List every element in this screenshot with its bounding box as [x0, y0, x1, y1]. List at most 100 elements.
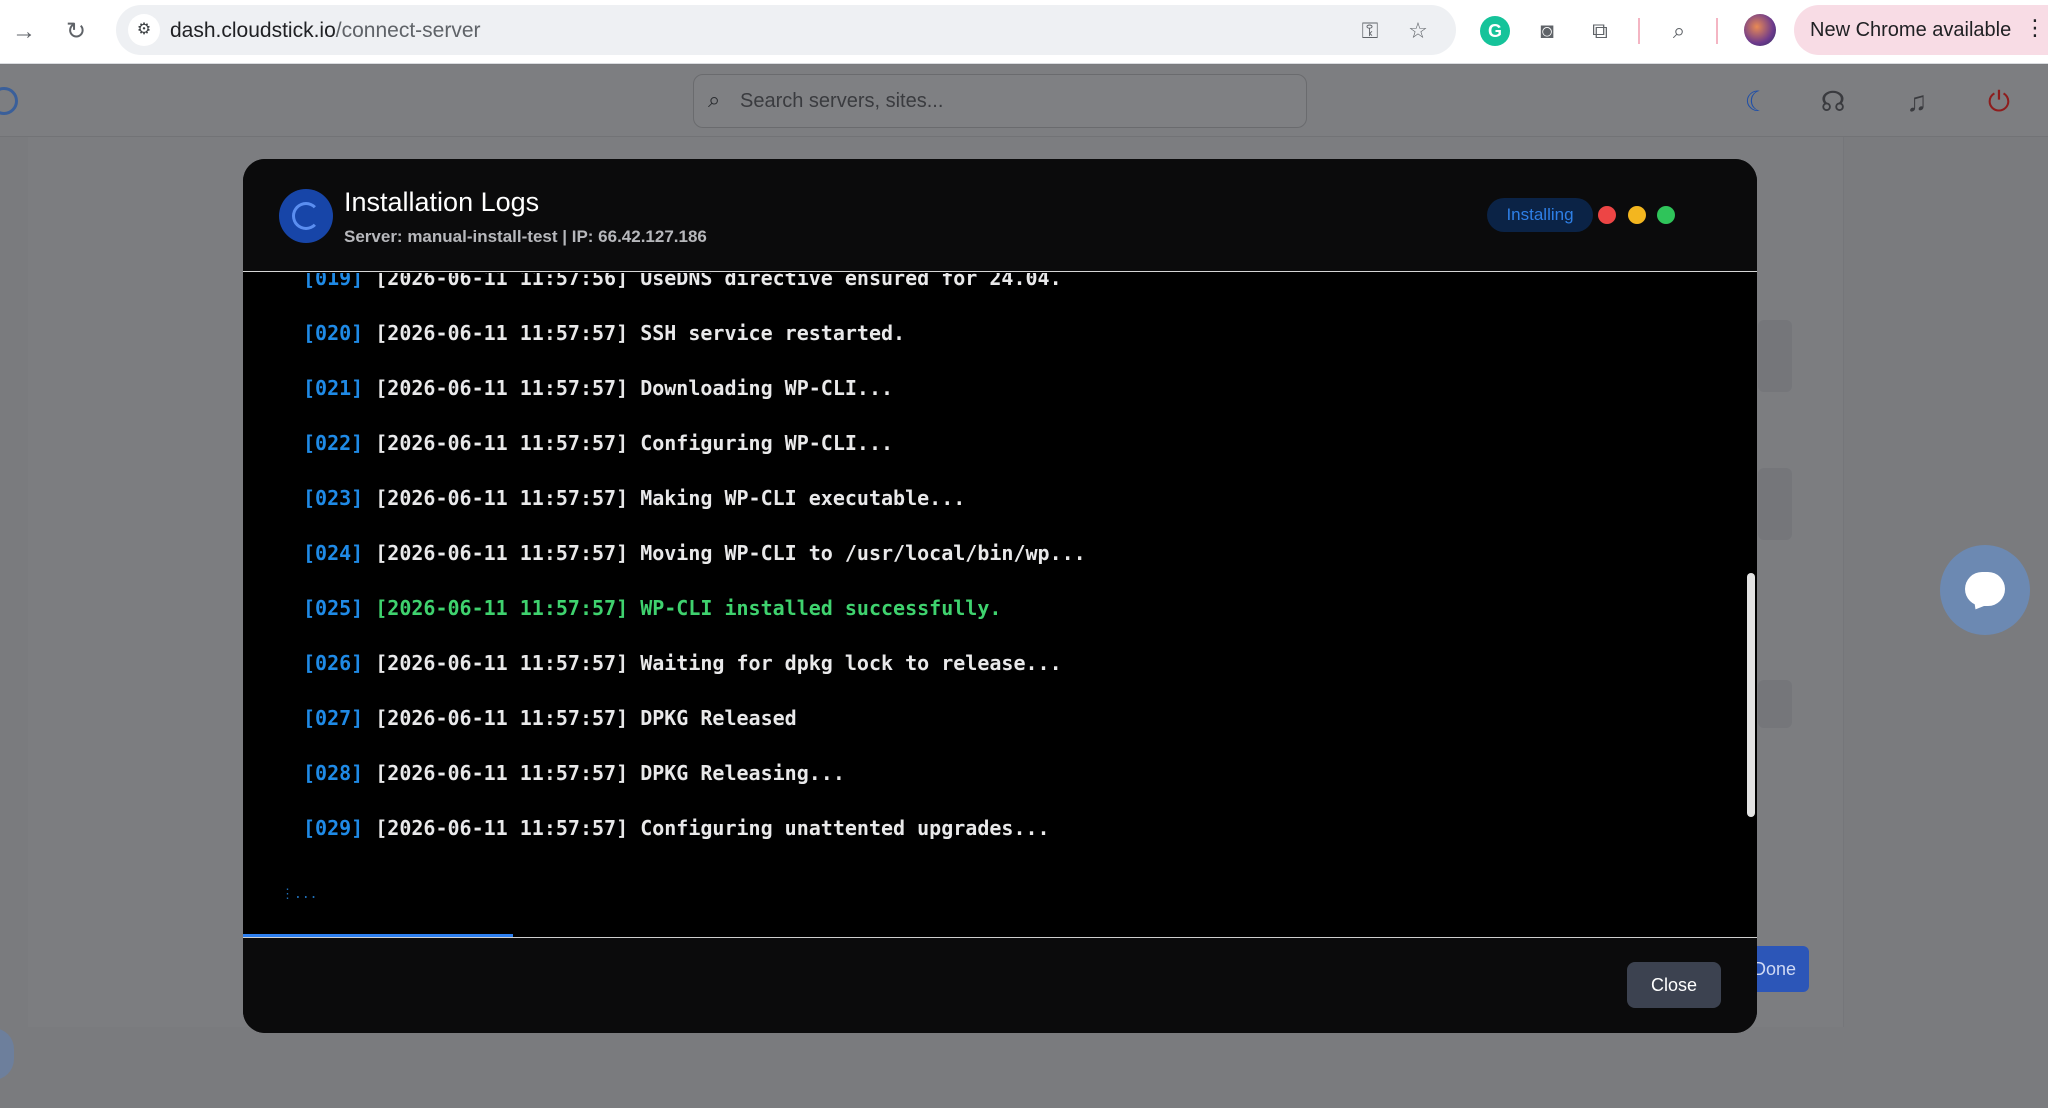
grammarly-extension-icon[interactable]: G — [1480, 16, 1510, 46]
log-line-text: [2026-06-11 11:57:57] Configuring WP-CLI… — [375, 431, 893, 455]
tab-search-icon[interactable]: ⌕ — [1664, 16, 1694, 46]
toolbar-separator — [1716, 18, 1718, 44]
url-host: dash.cloudstick.io — [170, 19, 336, 42]
loading-spinner-icon — [279, 189, 333, 243]
notifications-bell-icon[interactable]: ♫ — [1900, 85, 1934, 119]
toolbar-separator — [1638, 18, 1640, 44]
log-scrollbar[interactable] — [1745, 273, 1757, 937]
reload-icon[interactable]: ↻ — [58, 14, 94, 50]
dark-mode-moon-icon[interactable]: ☾ — [1740, 85, 1774, 119]
log-line-number: [024] — [303, 541, 364, 565]
modal-title: Installation Logs — [344, 187, 540, 217]
log-line: [023] [2026-06-11 11:57:57] Making WP-CL… — [303, 483, 965, 513]
log-timestamp: [2026-06-11 11:57:57] — [375, 486, 629, 510]
log-timestamp: [2026-06-11 11:57:57] — [375, 596, 629, 620]
log-line-text: [2026-06-11 11:57:57] Downloading WP-CLI… — [375, 376, 893, 400]
log-scrollbar-thumb[interactable] — [1747, 573, 1755, 817]
log-timestamp: [2026-06-11 11:57:56] — [375, 273, 629, 290]
log-line: [025] [2026-06-11 11:57:57] WP-CLI insta… — [303, 593, 1001, 623]
log-line-number: [021] — [303, 376, 364, 400]
site-settings-icon[interactable]: ⚙ — [128, 14, 160, 46]
chrome-update-button[interactable]: New Chrome available ⋮ — [1794, 5, 2048, 55]
log-line-number: [027] — [303, 706, 364, 730]
cloudstick-logo-icon[interactable] — [0, 87, 18, 115]
extensions-puzzle-icon[interactable]: ⧉ — [1585, 16, 1615, 46]
log-message: Configuring WP-CLI... — [640, 431, 894, 455]
log-timestamp: [2026-06-11 11:57:57] — [375, 321, 629, 345]
log-message: Waiting for dpkg lock to release... — [640, 651, 1062, 675]
form-field-edge — [1758, 320, 1792, 392]
log-line: [020] [2026-06-11 11:57:57] SSH service … — [303, 318, 905, 348]
log-line-number: [020] — [303, 321, 364, 345]
url-path: /connect-server — [335, 19, 481, 42]
done-button-label: Done — [1753, 959, 1797, 979]
log-timestamp: [2026-06-11 11:57:57] — [375, 541, 629, 565]
log-line-text: [2026-06-11 11:57:57] Moving WP-CLI to /… — [375, 541, 1085, 565]
log-output[interactable]: ⋮... [019] [2026-06-11 11:57:56] UseDNS … — [243, 273, 1745, 937]
log-line: [027] [2026-06-11 11:57:57] DPKG Release… — [303, 703, 797, 733]
bookmark-star-icon[interactable]: ☆ — [1404, 17, 1432, 45]
support-headset-icon[interactable]: ☊ — [1816, 85, 1850, 119]
window-dot-green — [1657, 206, 1675, 224]
logout-power-icon[interactable]: ⏻ — [1982, 85, 2016, 119]
camera-extension-icon[interactable]: ◙ — [1532, 16, 1562, 46]
forward-icon[interactable]: → — [6, 14, 42, 50]
log-line-number: [026] — [303, 651, 364, 675]
server-info: Server: manual-install-test | IP: 66.42.… — [344, 227, 707, 246]
log-line-number: [022] — [303, 431, 364, 455]
log-message: SSH service restarted. — [640, 321, 906, 345]
log-timestamp: [2026-06-11 11:57:57] — [375, 706, 629, 730]
log-line-number: [025] — [303, 596, 364, 620]
log-line-number: [019] — [303, 273, 364, 290]
window-dot-yellow — [1628, 206, 1646, 224]
log-message: DPKG Released — [640, 706, 797, 730]
global-search[interactable]: ⌕ — [693, 74, 1307, 128]
log-line-text: [2026-06-11 11:57:57] DPKG Released — [375, 706, 796, 730]
chrome-update-label: New Chrome available — [1810, 19, 2012, 41]
installation-logs-modal: Installation Logs Server: manual-install… — [243, 159, 1757, 1033]
log-line-text: [2026-06-11 11:57:57] WP-CLI installed s… — [375, 596, 1001, 620]
log-message: WP-CLI installed successfully. — [640, 596, 1002, 620]
key-icon[interactable]: ⚿ — [1356, 17, 1384, 45]
search-icon: ⌕ — [708, 87, 721, 112]
log-timestamp: [2026-06-11 11:57:57] — [375, 761, 629, 785]
log-line-text: [2026-06-11 11:57:56] UseDNS directive e… — [375, 273, 1061, 290]
live-chat-button[interactable] — [1940, 545, 2030, 635]
log-line-text: [2026-06-11 11:57:57] Making WP-CLI exec… — [375, 486, 965, 510]
log-message: DPKG Releasing... — [640, 761, 845, 785]
log-cursor: ⋮... — [281, 887, 318, 902]
log-message: UseDNS directive ensured for 24.04. — [640, 273, 1062, 290]
log-timestamp: [2026-06-11 11:57:57] — [375, 431, 629, 455]
address-bar[interactable]: ⚙ dash.cloudstick.io/connect-server ⚿ ☆ — [116, 5, 1456, 55]
log-line-number: [023] — [303, 486, 364, 510]
app-header: ⌕ ☾ ☊ ♫ ⏻ — [0, 65, 2048, 137]
profile-avatar[interactable] — [1744, 14, 1776, 46]
form-field-edge — [1758, 680, 1792, 728]
form-field-edge — [1758, 468, 1792, 540]
log-message: Downloading WP-CLI... — [640, 376, 894, 400]
browser-toolbar: → ↻ ⚙ dash.cloudstick.io/connect-server … — [0, 0, 2048, 64]
log-line-text: [2026-06-11 11:57:57] SSH service restar… — [375, 321, 905, 345]
sidebar-toggle-button[interactable] — [0, 1028, 14, 1080]
log-message: Moving WP-CLI to /usr/local/bin/wp... — [640, 541, 1086, 565]
search-input[interactable] — [740, 75, 1290, 127]
kebab-menu-icon[interactable]: ⋮ — [2024, 15, 2046, 41]
log-line: [026] [2026-06-11 11:57:57] Waiting for … — [303, 648, 1062, 678]
status-badge: Installing — [1487, 198, 1593, 232]
log-line-number: [028] — [303, 761, 364, 785]
log-line: [024] [2026-06-11 11:57:57] Moving WP-CL… — [303, 538, 1086, 568]
log-line-number: [029] — [303, 816, 364, 840]
log-timestamp: [2026-06-11 11:57:57] — [375, 376, 629, 400]
log-line: [029] [2026-06-11 11:57:57] Configuring … — [303, 813, 1050, 843]
close-button[interactable]: Close — [1627, 962, 1721, 1008]
log-line-text: [2026-06-11 11:57:57] DPKG Releasing... — [375, 761, 845, 785]
window-dot-red — [1598, 206, 1616, 224]
log-timestamp: [2026-06-11 11:57:57] — [375, 816, 629, 840]
spinner-ring — [292, 202, 320, 230]
url-text[interactable]: dash.cloudstick.io/connect-server — [170, 19, 481, 43]
log-timestamp: [2026-06-11 11:57:57] — [375, 651, 629, 675]
modal-footer: Close — [243, 937, 1757, 1033]
modal-header: Installation Logs Server: manual-install… — [243, 159, 1757, 272]
log-line-text: [2026-06-11 11:57:57] Waiting for dpkg l… — [375, 651, 1061, 675]
log-message: Configuring unattented upgrades... — [640, 816, 1050, 840]
